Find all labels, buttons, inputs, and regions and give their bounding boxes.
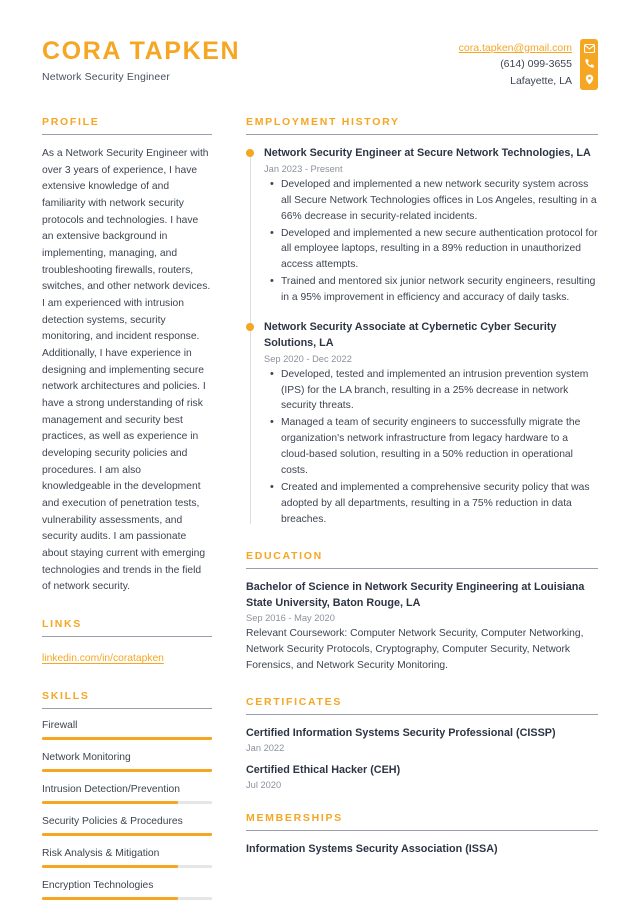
section-certificates: CERTIFICATES Certified Information Syste… (246, 696, 598, 790)
employment-entry: Network Security Associate at Cybernetic… (246, 320, 598, 529)
skill-fill (42, 896, 178, 900)
location-pin-icon (585, 74, 594, 85)
bullet-item: Trained and mentored six junior network … (270, 273, 598, 306)
memberships-divider (246, 830, 598, 832)
employment-date: Sep 2020 - Dec 2022 (264, 353, 352, 364)
bullet-item: Developed and implemented a new secure a… (270, 225, 598, 274)
memberships-heading: MEMBERSHIPS (246, 812, 343, 825)
contact-icon-tab (580, 39, 598, 90)
skill-fill (42, 768, 212, 772)
certificate-title: Certified Information Systems Security P… (246, 727, 556, 740)
profile-divider (42, 134, 212, 135)
skill-track (42, 896, 212, 900)
left-column: PROFILE As a Network Security Engineer w… (42, 116, 228, 922)
employment-divider (246, 134, 598, 135)
skill-name: Encryption Technologies (42, 879, 154, 891)
employment-bullets: Developed and implemented a new network … (264, 176, 598, 307)
skill-item: Intrusion Detection/Prevention (42, 784, 212, 804)
employment-date: Jan 2023 - Present (264, 163, 343, 174)
phone-icon (584, 58, 595, 69)
skill-track (42, 800, 212, 804)
section-employment: EMPLOYMENT HISTORY Network Security Engi… (246, 116, 598, 528)
skills-divider (42, 707, 212, 709)
education-divider (246, 568, 598, 570)
skill-name: Risk Analysis & Mitigation (42, 847, 160, 859)
employment-title: Network Security Associate at Cybernetic… (264, 321, 557, 349)
bullet-item: Managed a team of security engineers to … (270, 414, 598, 479)
bullet-item: Created and implemented a comprehensive … (270, 479, 598, 528)
skill-track (42, 864, 212, 868)
skill-fill (42, 864, 178, 868)
timeline-dot-icon (246, 323, 254, 332)
education-entry: Bachelor of Science in Network Security … (246, 580, 598, 674)
skills-heading: SKILLS (42, 689, 90, 702)
section-education: EDUCATION Bachelor of Science in Network… (246, 550, 598, 674)
contact-phone: (614) 099-3655 (500, 58, 572, 71)
skill-item: Risk Analysis & Mitigation (42, 848, 212, 868)
certificate-date: Jan 2022 (246, 743, 285, 754)
employment-heading: EMPLOYMENT HISTORY (246, 116, 400, 128)
section-skills: SKILLS Firewall Network Monitoring Intru… (42, 690, 212, 900)
skill-fill (42, 736, 212, 740)
contact-email[interactable]: cora.tapken@gmail.com (459, 40, 572, 56)
skill-name: Firewall (42, 719, 78, 731)
skill-track (42, 768, 212, 772)
resume-page: CORA TAPKEN Network Security Engineer co… (0, 0, 640, 905)
skill-name: Security Policies & Procedures (42, 815, 183, 827)
bullet-item: Developed and implemented a new network … (270, 176, 598, 225)
skill-item: Firewall (42, 720, 212, 740)
skill-name: Network Monitoring (42, 751, 131, 763)
timeline-dot-icon (246, 149, 254, 157)
employment-title: Network Security Engineer at Secure Netw… (264, 147, 591, 159)
skill-fill (42, 800, 178, 804)
contact-lines: cora.tapken@gmail.com (614) 099-3655 Laf… (459, 39, 572, 89)
contact-block: cora.tapken@gmail.com (614) 099-3655 Laf… (459, 30, 598, 90)
skill-item: Security Policies & Procedures (42, 816, 212, 836)
envelope-icon (583, 44, 595, 53)
links-divider (42, 636, 212, 638)
skill-track (42, 736, 212, 740)
certificates-divider (246, 714, 598, 716)
employment-bullets: Developed, tested and implemented an int… (264, 366, 598, 529)
identity-block: CORA TAPKEN Network Security Engineer (42, 30, 241, 83)
employment-entry: Network Security Engineer at Secure Netw… (246, 146, 598, 307)
links-heading: LINKS (42, 618, 82, 631)
skill-item: Network Monitoring (42, 752, 212, 772)
resume-body: PROFILE As a Network Security Engineer w… (42, 116, 598, 922)
education-heading: EDUCATION (246, 550, 323, 563)
education-title: Bachelor of Science in Network Security … (246, 581, 585, 609)
skill-fill (42, 832, 212, 836)
profile-text: As a Network Security Engineer with over… (42, 148, 211, 593)
resume-header: CORA TAPKEN Network Security Engineer co… (42, 30, 598, 116)
contact-location: Lafayette, LA (510, 74, 572, 87)
candidate-job-title: Network Security Engineer (42, 70, 171, 83)
certificate-entry: Certified Information Systems Security P… (246, 726, 598, 753)
candidate-name: CORA TAPKEN (42, 37, 241, 65)
certificate-title: Certified Ethical Hacker (CEH) (246, 764, 401, 777)
employment-timeline: Network Security Engineer at Secure Netw… (246, 146, 598, 528)
skill-track (42, 832, 212, 836)
section-profile: PROFILE As a Network Security Engineer w… (42, 116, 212, 596)
profile-heading: PROFILE (42, 116, 100, 128)
right-column: EMPLOYMENT HISTORY Network Security Engi… (228, 116, 598, 880)
education-description: Relevant Coursework: Computer Network Se… (246, 628, 584, 672)
certificate-date: Jul 2020 (246, 780, 282, 791)
section-links: LINKS linkedin.com/in/coratapken (42, 618, 212, 667)
certificates-heading: CERTIFICATES (246, 696, 343, 709)
bullet-item: Developed, tested and implemented an int… (270, 366, 598, 415)
membership-title: Information Systems Security Association… (246, 843, 498, 856)
education-date: Sep 2016 - May 2020 (246, 613, 335, 624)
certificate-entry: Certified Ethical Hacker (CEH) Jul 2020 (246, 763, 598, 790)
skill-name: Intrusion Detection/Prevention (42, 783, 180, 795)
link-item-linkedin[interactable]: linkedin.com/in/coratapken (42, 653, 164, 664)
section-memberships: MEMBERSHIPS Information Systems Security… (246, 812, 598, 857)
skill-item: Encryption Technologies (42, 880, 212, 900)
